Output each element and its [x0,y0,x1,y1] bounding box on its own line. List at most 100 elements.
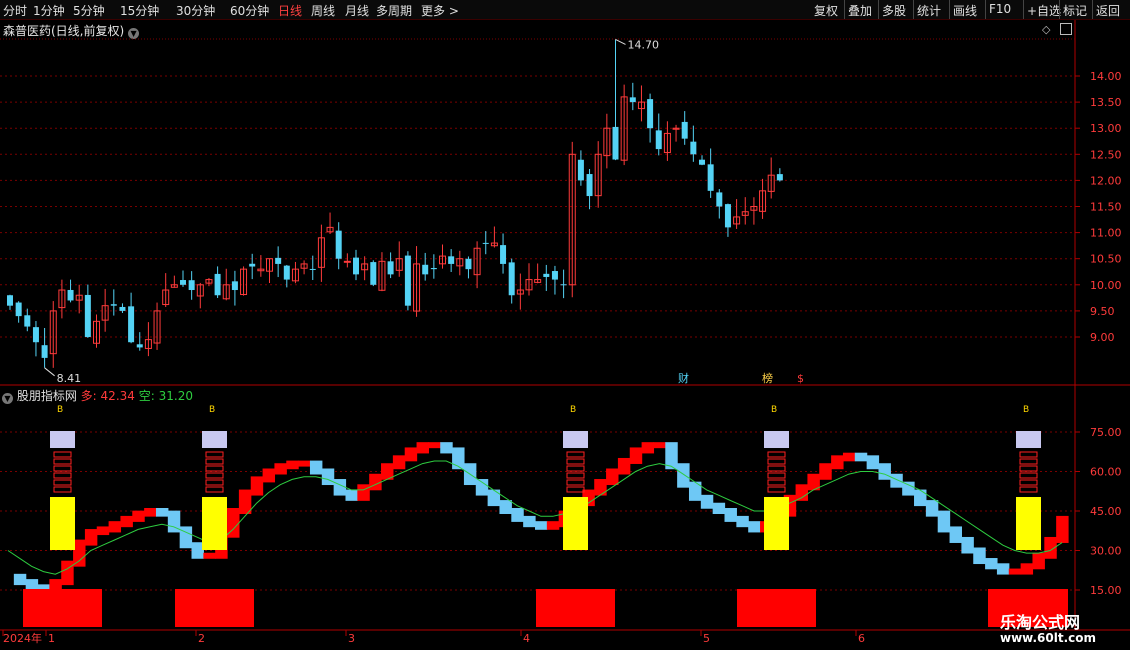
candle-body-down [776,174,783,181]
candle-body-up [75,294,83,301]
candle-body-down [335,230,342,259]
candle-body-up [170,284,178,288]
indicator-block [215,531,228,559]
period-tab-9[interactable]: 多周期 [376,2,412,19]
price-tick-label: 13.50 [1090,96,1122,109]
candle-body-down [448,256,455,264]
indicator-block [677,463,690,488]
high-price-label: 14.70 [628,38,660,51]
toolbar-button-5[interactable]: F10 [989,2,1011,16]
indicator-block [902,481,915,496]
buy-signal-text: B [570,405,576,415]
signal-yellow-block [764,497,789,550]
candle-body-up [93,320,100,344]
indicator-block [878,463,891,480]
candle-body-down [188,280,195,291]
indicator-block [606,468,619,486]
diamond-icon[interactable]: ◇ [1042,23,1050,36]
candle-body-down [482,242,489,244]
signal-stack-box [1019,479,1038,486]
high-pointer [615,39,626,45]
period-tab-10[interactable]: 更多 > [421,2,459,19]
signal-stack-box [566,458,585,465]
indicator-block [167,510,181,533]
toolbar-button-7[interactable]: 标记 [1063,2,1087,19]
date-label: 2024年 [3,631,42,645]
indicator-block [203,552,216,559]
indicator-block [333,479,347,496]
candle-body-down [387,261,394,275]
indicator-block [617,457,631,475]
toolbar-button-3[interactable]: 统计 [917,2,941,19]
period-tab-6[interactable]: 日线 [278,2,302,19]
period-tab-4[interactable]: 30分钟 [176,2,215,19]
signal-stack-box [767,451,786,458]
indicator-block [499,500,512,514]
period-tab-1[interactable]: 1分钟 [33,2,65,19]
indicator-block [392,455,406,470]
indicator-block [120,515,133,528]
period-tab-8[interactable]: 月线 [345,2,369,19]
candle-body-up [473,247,481,276]
period-tab-5[interactable]: 60分钟 [230,2,269,19]
indicator-block [13,573,27,586]
indicator-block [1020,563,1034,575]
chevron-down-icon[interactable]: ▼ [2,393,13,404]
indicator-block [582,489,595,507]
candle-body-up [637,101,645,110]
period-tab-3[interactable]: 15分钟 [120,2,159,19]
date-label: 4 [523,632,530,645]
signal-stack-box [53,472,72,479]
candle-body-up [162,289,170,306]
candle-body-up [291,268,299,282]
indicator-block [463,463,477,486]
panel-toggle-icon[interactable] [1060,23,1072,35]
toolbar-separator [844,0,845,19]
indicator-block [842,452,856,462]
indicator-tick-label: 75.00 [1090,426,1122,439]
candle-body-down [586,174,593,197]
candle-body-up [49,310,57,355]
indicator-block [629,447,643,464]
indicator-block [309,460,323,475]
candle-body-down [7,295,13,306]
indicator-block [108,521,122,533]
indicator-block [961,536,974,554]
signal-red-base [23,589,102,627]
toolbar-button-4[interactable]: 画线 [953,2,977,19]
toolbar-button-8[interactable]: 返回 [1096,2,1120,19]
candle-body-up [456,258,464,267]
period-tab-7[interactable]: 周线 [311,2,335,19]
signal-stack-box [767,486,786,493]
candle-body-up [395,258,403,271]
indicator-block [535,521,548,530]
toolbar-button-6[interactable]: +自选 [1027,2,1061,19]
chevron-down-icon[interactable]: ▼ [128,28,140,39]
toolbar-button-1[interactable]: 叠加 [848,2,872,19]
signal-yellow-block [50,497,75,550]
indicator-block [475,479,489,496]
indicator-block [238,489,252,514]
indicator-block [345,489,358,501]
candle-body-up [663,132,671,154]
indicator-block [700,494,714,509]
candle-body-up [525,279,533,291]
candle-body-down [699,159,705,165]
indicator-block [381,463,394,480]
stock-title[interactable]: 森普医药(日线,前复权) ▼ [3,22,140,39]
signal-stack-box [566,486,585,493]
candle-body-down [353,257,359,275]
period-tab-0[interactable]: 分时 [3,2,27,19]
candle-body-down [551,271,558,280]
toolbar-separator [1092,0,1093,19]
candle-body-down [404,255,411,306]
indicator-header[interactable]: ▼ 股朋指标网 多: 42.34 空: 31.20 [2,387,193,404]
candle-body-down [119,306,126,311]
indicator-block [132,510,145,522]
period-tab-2[interactable]: 5分钟 [73,2,105,19]
toolbar-button-2[interactable]: 多股 [882,2,906,19]
indicator-block [369,473,382,491]
candle-body-down [128,306,135,343]
toolbar-button-0[interactable]: 复权 [814,2,838,19]
candle-body-up [317,237,325,268]
